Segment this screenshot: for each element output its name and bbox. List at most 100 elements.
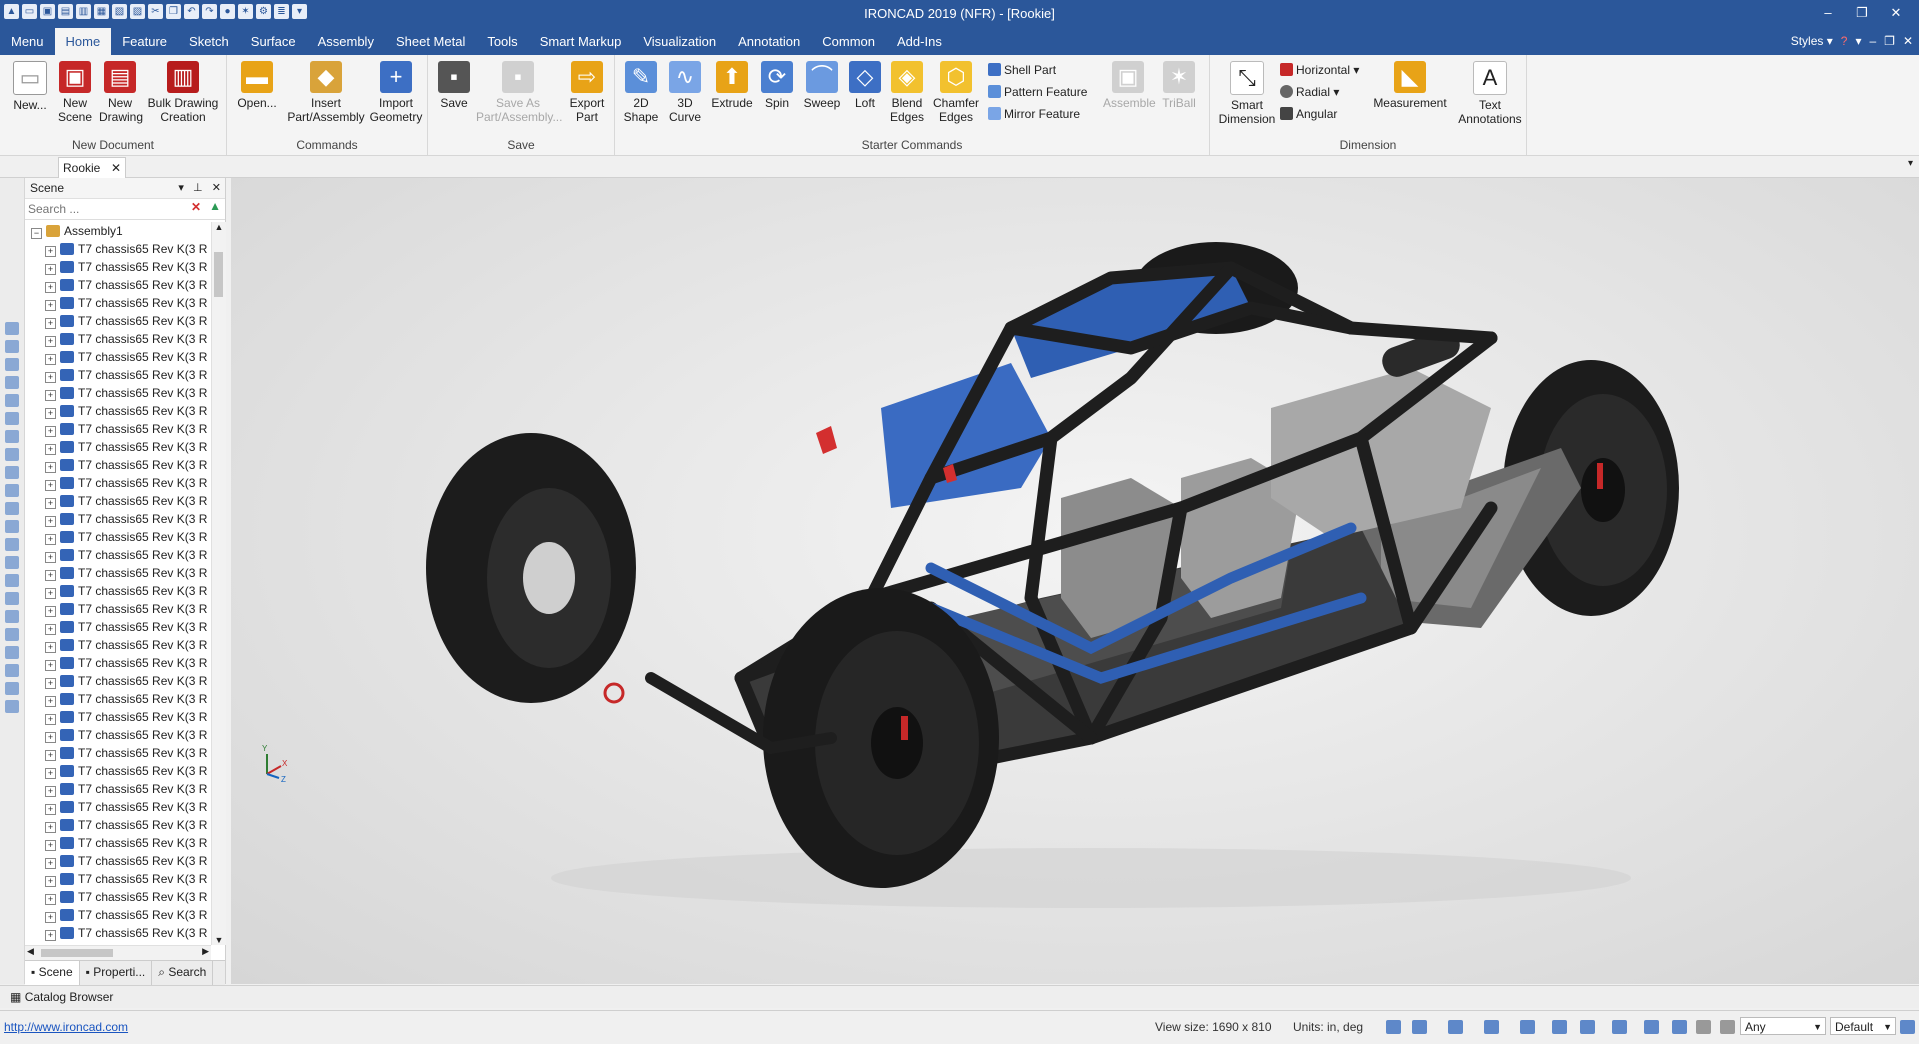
panel-dropdown-icon[interactable]: ▾ — [178, 182, 184, 194]
tool-strip-icon[interactable] — [5, 520, 19, 533]
spin-button[interactable]: ⟳ Spin — [757, 61, 797, 110]
expand-toggle[interactable]: + — [45, 462, 56, 473]
tree-item[interactable]: + T7 chassis65 Rev K(3 R — [25, 816, 211, 834]
tree-item[interactable]: + T7 chassis65 Rev K(3 R — [25, 366, 211, 384]
tool-strip-icon[interactable] — [5, 376, 19, 389]
tree-item[interactable]: + T7 chassis65 Rev K(3 R — [25, 744, 211, 762]
selection-filter-dropdown[interactable]: Any ▼ — [1740, 1017, 1826, 1035]
expand-toggle[interactable]: + — [45, 354, 56, 365]
pointer-icon[interactable] — [1720, 1020, 1735, 1034]
tab-assembly[interactable]: Assembly — [307, 28, 385, 55]
expand-toggle[interactable]: + — [45, 804, 56, 815]
panel-tab-properties[interactable]: ▪ Properti... — [80, 961, 153, 985]
tab-sheet-metal[interactable]: Sheet Metal — [385, 28, 476, 55]
tree-root-assembly[interactable]: − Assembly1 — [25, 222, 211, 240]
tool-strip-icon[interactable] — [5, 538, 19, 551]
horizontal-dimension-button[interactable]: Horizontal ▾ — [1280, 62, 1359, 78]
tree-item[interactable]: + T7 chassis65 Rev K(3 R — [25, 420, 211, 438]
tree-item[interactable]: + T7 chassis65 Rev K(3 R — [25, 924, 211, 942]
open-button[interactable]: ▬ Open... — [235, 61, 279, 110]
collapse-toggle[interactable]: − — [31, 228, 42, 239]
close-button[interactable]: ✕ — [1879, 3, 1913, 23]
doc-restore-button[interactable]: ❐ — [1884, 28, 1895, 55]
tool-strip-icon[interactable] — [5, 448, 19, 461]
search-options-icon[interactable]: ▲ — [209, 199, 221, 213]
scroll-right-icon[interactable]: ▶ — [202, 946, 209, 957]
tool-strip-icon[interactable] — [5, 646, 19, 659]
expand-toggle[interactable]: + — [45, 678, 56, 689]
tree-item[interactable]: + T7 chassis65 Rev K(3 R — [25, 456, 211, 474]
tree-vertical-scrollbar[interactable]: ▲ ▼ — [211, 222, 226, 945]
expand-toggle[interactable]: + — [45, 552, 56, 563]
3d-viewport[interactable]: Y X Z — [231, 178, 1919, 984]
restore-button[interactable]: ❐ — [1845, 3, 1879, 23]
tool-strip-icon[interactable] — [5, 502, 19, 515]
expand-toggle[interactable]: + — [45, 786, 56, 797]
tool-strip-icon[interactable] — [5, 430, 19, 443]
tool-strip-icon[interactable] — [5, 340, 19, 353]
tree-item[interactable]: + T7 chassis65 Rev K(3 R — [25, 798, 211, 816]
sweep-button[interactable]: ⌒ Sweep — [801, 61, 843, 110]
save-as-button[interactable]: ▪ Save As Part/Assembly... — [476, 61, 562, 124]
tab-smart-markup[interactable]: Smart Markup — [529, 28, 633, 55]
expand-toggle[interactable]: + — [45, 246, 56, 257]
tree-item[interactable]: + T7 chassis65 Rev K(3 R — [25, 330, 211, 348]
tree-item[interactable]: + T7 chassis65 Rev K(3 R — [25, 384, 211, 402]
tool-strip-icon[interactable] — [5, 412, 19, 425]
tree-item[interactable]: + T7 chassis65 Rev K(3 R — [25, 636, 211, 654]
status-settings-icon[interactable] — [1900, 1020, 1915, 1034]
minimize-button[interactable]: – — [1811, 3, 1845, 23]
expand-toggle[interactable]: + — [45, 930, 56, 941]
tree-item[interactable]: + T7 chassis65 Rev K(3 R — [25, 276, 211, 294]
tree-item[interactable]: + T7 chassis65 Rev K(3 R — [25, 240, 211, 258]
expand-toggle[interactable]: + — [45, 498, 56, 509]
tree-item[interactable]: + T7 chassis65 Rev K(3 R — [25, 582, 211, 600]
pattern-feature-button[interactable]: Pattern Feature — [988, 84, 1087, 100]
panel-tab-search[interactable]: ⌕ Search — [152, 961, 214, 985]
tool-strip-icon[interactable] — [5, 592, 19, 605]
styles-menu[interactable]: Styles ▾ — [1791, 28, 1833, 55]
tree-item[interactable]: + T7 chassis65 Rev K(3 R — [25, 258, 211, 276]
select-cursor-icon[interactable] — [1696, 1020, 1711, 1034]
tree-item[interactable]: + T7 chassis65 Rev K(3 R — [25, 600, 211, 618]
bulk-drawing-button[interactable]: ▥ Bulk Drawing Creation — [146, 61, 220, 124]
expand-toggle[interactable]: + — [45, 390, 56, 401]
expand-toggle[interactable]: + — [45, 516, 56, 527]
tree-item[interactable]: + T7 chassis65 Rev K(3 R — [25, 294, 211, 312]
scroll-down-icon[interactable]: ▼ — [212, 935, 226, 945]
doc-tabs-dropdown-icon[interactable]: ▾ — [1908, 158, 1913, 169]
shaded-view-icon[interactable] — [1552, 1020, 1567, 1034]
expand-toggle[interactable]: + — [45, 750, 56, 761]
tree-horizontal-scrollbar[interactable]: ◀ ▶ — [25, 945, 211, 960]
help-icon[interactable]: ? — [1841, 28, 1848, 55]
expand-toggle[interactable]: + — [45, 300, 56, 311]
tree-item[interactable]: + T7 chassis65 Rev K(3 R — [25, 780, 211, 798]
expand-toggle[interactable]: + — [45, 480, 56, 491]
tree-item[interactable]: + T7 chassis65 Rev K(3 R — [25, 870, 211, 888]
insert-part-button[interactable]: ◆ Insert Part/Assembly — [285, 61, 367, 124]
expand-toggle[interactable]: + — [45, 318, 56, 329]
doc-minimize-button[interactable]: – — [1869, 28, 1876, 55]
assemble-button[interactable]: ▣ Assemble — [1103, 61, 1156, 110]
expand-toggle[interactable]: + — [45, 840, 56, 851]
tree-item[interactable]: + T7 chassis65 Rev K(3 R — [25, 906, 211, 924]
export-part-button[interactable]: ⇨ Export Part — [564, 61, 610, 124]
expand-toggle[interactable]: + — [45, 534, 56, 545]
expand-toggle[interactable]: + — [45, 570, 56, 581]
tree-item[interactable]: + T7 chassis65 Rev K(3 R — [25, 690, 211, 708]
expand-toggle[interactable]: + — [45, 264, 56, 275]
tab-add-ins[interactable]: Add-Ins — [886, 28, 953, 55]
expand-toggle[interactable]: + — [45, 606, 56, 617]
save-button[interactable]: ▪ Save — [434, 61, 474, 110]
tab-feature[interactable]: Feature — [111, 28, 178, 55]
measurement-button[interactable]: ◣ Measurement — [1368, 61, 1452, 110]
camera-icon[interactable] — [1644, 1020, 1659, 1034]
tool-strip-icon[interactable] — [5, 556, 19, 569]
tree-item[interactable]: + T7 chassis65 Rev K(3 R — [25, 834, 211, 852]
panel-pin-icon[interactable]: ⊥ — [193, 182, 203, 194]
expand-toggle[interactable]: + — [45, 426, 56, 437]
tree-item[interactable]: + T7 chassis65 Rev K(3 R — [25, 618, 211, 636]
tree-item[interactable]: + T7 chassis65 Rev K(3 R — [25, 492, 211, 510]
view-orientation-icon[interactable] — [1448, 1020, 1463, 1034]
tree-item[interactable]: + T7 chassis65 Rev K(3 R — [25, 654, 211, 672]
